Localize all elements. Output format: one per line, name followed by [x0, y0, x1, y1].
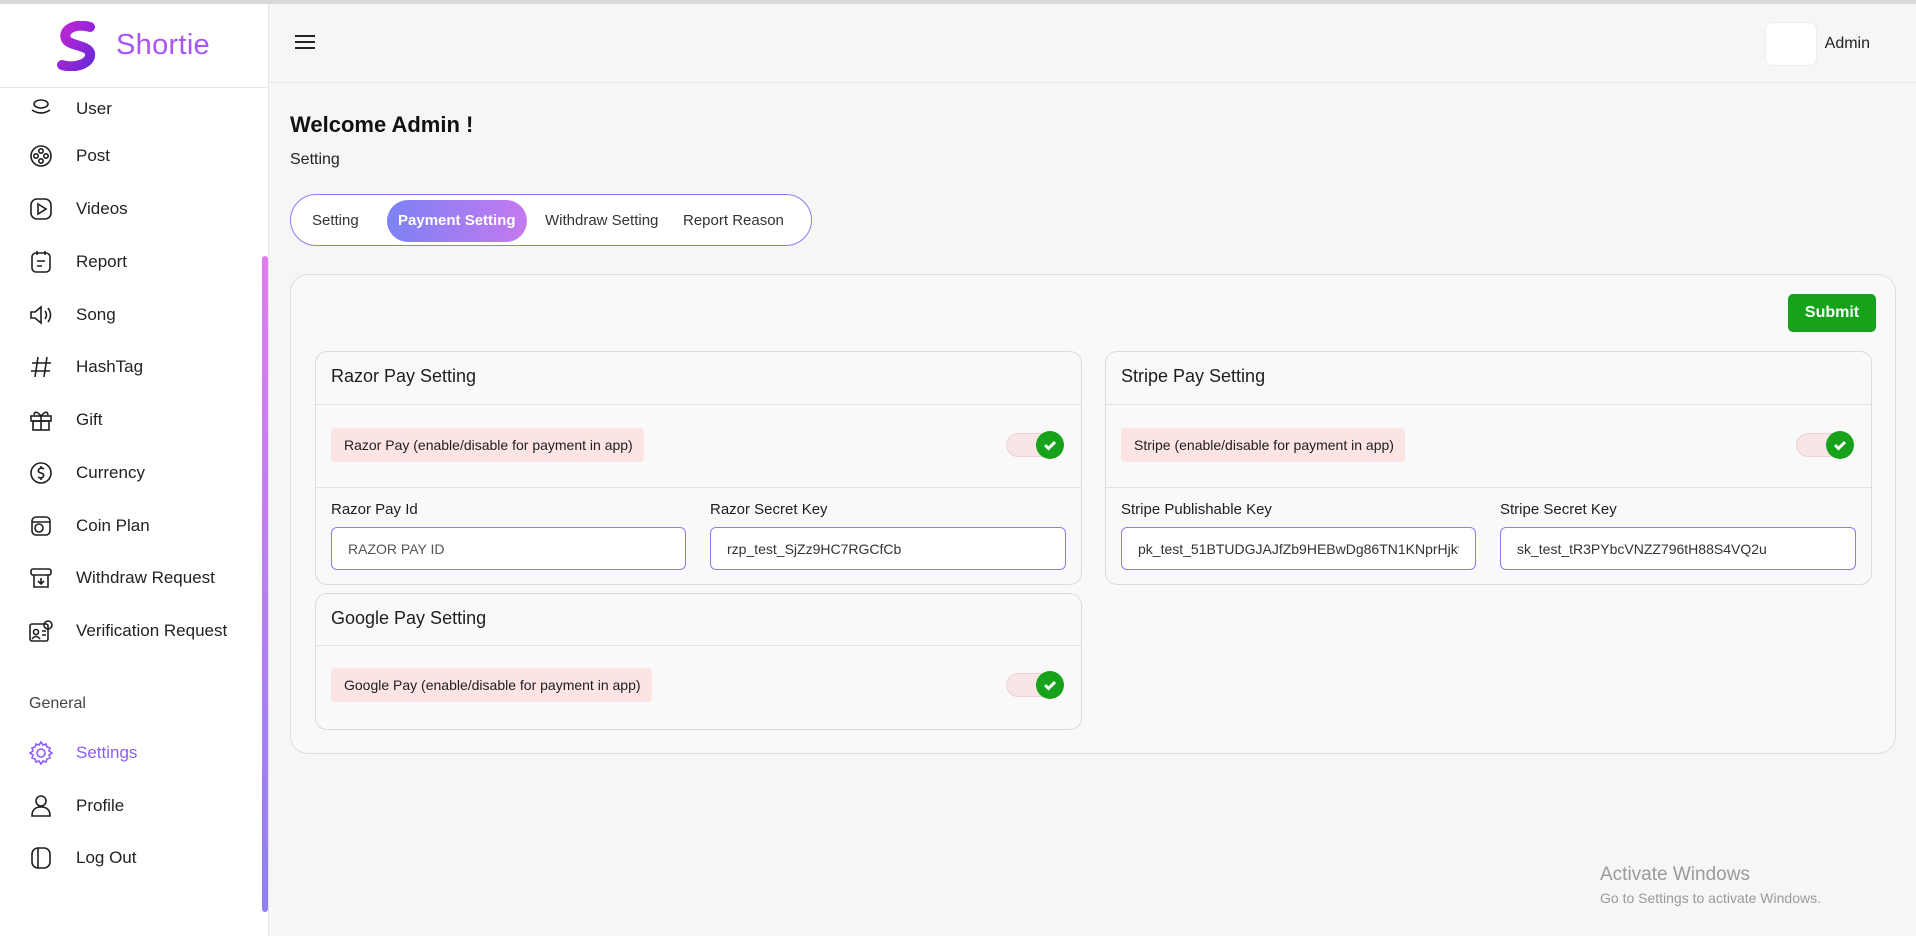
check-icon — [1826, 431, 1854, 459]
breadcrumb: Setting — [290, 151, 340, 168]
menu-toggle-icon[interactable] — [295, 35, 315, 51]
sidebar-item-verification-request[interactable]: Verification Request — [28, 616, 227, 646]
divider — [1106, 404, 1871, 405]
sidebar-item-song[interactable]: Song — [28, 300, 116, 330]
report-icon — [28, 249, 54, 275]
film-reel-icon — [28, 143, 54, 169]
googlepay-card: Google Pay Setting Google Pay (enable/di… — [315, 593, 1082, 730]
stripe-card: Stripe Pay Setting Stripe (enable/disabl… — [1105, 351, 1872, 585]
admin-profile-menu[interactable]: Admin — [1764, 22, 1870, 66]
stripe-publishable-label: Stripe Publishable Key — [1121, 501, 1272, 518]
divider — [316, 645, 1081, 646]
sidebar-item-label: Profile — [76, 796, 125, 815]
check-icon — [1036, 671, 1064, 699]
razorpay-enable-toggle[interactable] — [1006, 431, 1064, 459]
stripe-toggle-label: Stripe (enable/disable for payment in ap… — [1121, 428, 1405, 462]
withdraw-icon — [28, 565, 54, 591]
shortie-logo-icon — [57, 20, 96, 71]
sidebar-item-currency[interactable]: Currency — [28, 458, 145, 488]
gear-icon — [28, 740, 54, 766]
razorpay-secret-input[interactable] — [710, 527, 1066, 570]
sidebar: Shortie User Post Videos Report Song Has… — [0, 4, 269, 936]
razorpay-card: Razor Pay Setting Razor Pay (enable/disa… — [315, 351, 1082, 585]
sidebar-item-label: Report — [76, 252, 128, 271]
sidebar-item-label: Coin Plan — [76, 516, 150, 535]
stripe-enable-toggle[interactable] — [1796, 431, 1854, 459]
sidebar-item-label: Log Out — [76, 848, 137, 867]
razorpay-toggle-label: Razor Pay (enable/disable for payment in… — [331, 428, 644, 462]
sidebar-item-label: User — [76, 99, 112, 118]
tab-report-reason[interactable]: Report Reason — [672, 200, 795, 242]
stripe-secret-input[interactable] — [1500, 527, 1856, 570]
sidebar-item-label: Verification Request — [76, 621, 228, 640]
submit-button[interactable]: Submit — [1788, 294, 1876, 332]
speaker-icon — [28, 302, 54, 328]
googlepay-enable-toggle[interactable] — [1006, 671, 1064, 699]
sidebar-item-label: Song — [76, 305, 116, 324]
sidebar-item-label: Currency — [76, 463, 145, 482]
sidebar-item-profile[interactable]: Profile — [28, 791, 124, 821]
sidebar-item-logout[interactable]: Log Out — [28, 843, 137, 873]
sidebar-item-label: HashTag — [76, 357, 144, 376]
page-title: Welcome Admin ! — [290, 112, 474, 137]
check-icon — [1036, 431, 1064, 459]
tab-setting[interactable]: Setting — [301, 200, 370, 242]
stripe-title: Stripe Pay Setting — [1121, 366, 1266, 386]
tab-withdraw-setting[interactable]: Withdraw Setting — [534, 200, 669, 242]
sidebar-item-gift[interactable]: Gift — [28, 405, 102, 435]
hashtag-icon — [28, 354, 54, 380]
coin-plan-icon — [28, 513, 54, 539]
sidebar-item-label: Settings — [76, 743, 138, 762]
tab-payment-setting[interactable]: Payment Setting — [387, 200, 527, 242]
sidebar-item-settings[interactable]: Settings — [28, 738, 137, 768]
dollar-icon — [28, 460, 54, 486]
divider — [1106, 487, 1871, 488]
logout-icon — [28, 845, 54, 871]
avatar — [1764, 22, 1817, 66]
razorpay-id-label: Razor Pay Id — [331, 501, 418, 518]
sidebar-item-label: Gift — [76, 410, 103, 429]
razorpay-title: Razor Pay Setting — [331, 366, 477, 386]
sidebar-item-videos[interactable]: Videos — [28, 194, 128, 224]
sidebar-item-user[interactable]: User — [28, 94, 112, 124]
sidebar-section-general: General — [29, 695, 86, 712]
razorpay-secret-label: Razor Secret Key — [710, 501, 828, 518]
brand[interactable]: Shortie — [0, 4, 268, 88]
googlepay-title: Google Pay Setting — [331, 608, 487, 628]
divider — [316, 404, 1081, 405]
sidebar-scrollbar[interactable] — [262, 256, 268, 912]
profile-icon — [28, 793, 54, 819]
stripe-secret-label: Stripe Secret Key — [1500, 501, 1617, 518]
gift-icon — [28, 407, 54, 433]
sidebar-item-withdraw-request[interactable]: Withdraw Request — [28, 563, 215, 593]
admin-name: Admin — [1824, 35, 1870, 52]
sidebar-item-coin-plan[interactable]: Coin Plan — [28, 511, 150, 541]
razorpay-id-input[interactable] — [331, 527, 686, 570]
id-card-icon — [28, 618, 54, 644]
googlepay-toggle-label: Google Pay (enable/disable for payment i… — [331, 668, 652, 702]
settings-tabs: Setting Payment Setting Withdraw Setting… — [290, 194, 812, 246]
sidebar-item-post[interactable]: Post — [28, 141, 110, 171]
sidebar-item-hashtag[interactable]: HashTag — [28, 352, 143, 382]
play-icon — [28, 196, 54, 222]
user-icon — [28, 96, 54, 122]
watermark-line1: Activate Windows — [1600, 864, 1750, 885]
sidebar-item-label: Post — [76, 146, 111, 165]
stripe-publishable-input[interactable] — [1121, 527, 1476, 570]
brand-name: Shortie — [116, 29, 210, 61]
top-header: Admin — [270, 4, 1916, 83]
watermark-line2: Go to Settings to activate Windows. — [1600, 890, 1821, 906]
sidebar-item-report[interactable]: Report — [28, 247, 127, 277]
divider — [316, 487, 1081, 488]
activate-windows-watermark: Activate Windows Go to Settings to activ… — [1600, 864, 1821, 906]
sidebar-item-label: Withdraw Request — [76, 568, 215, 587]
sidebar-item-label: Videos — [76, 199, 128, 218]
